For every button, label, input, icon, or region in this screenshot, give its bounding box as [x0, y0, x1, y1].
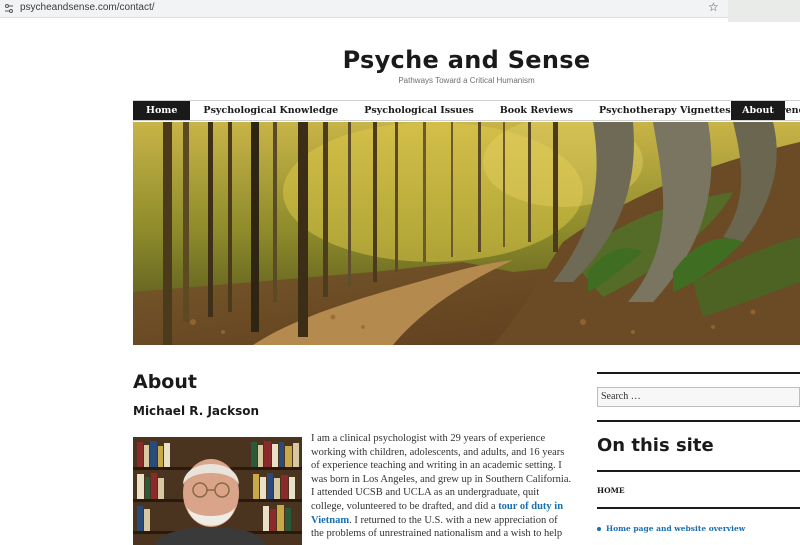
site-settings-icon[interactable] — [4, 3, 14, 14]
nav-psychological-knowledge[interactable]: Psychological Knowledge — [190, 101, 351, 120]
sidebar-list-item-label[interactable]: Home page and website overview — [606, 524, 745, 533]
sidebar-divider — [597, 507, 800, 509]
site-tagline: Pathways Toward a Critical Humanism — [398, 76, 535, 85]
main-navigation: Home Psychological Knowledge Psychologic… — [133, 100, 800, 121]
header-banner-image — [133, 122, 800, 345]
star-icon[interactable]: ☆ — [708, 0, 719, 14]
nav-psychotherapy-vignettes[interactable]: Psychotherapy Vignettes — [586, 101, 744, 120]
bio-text-end: . I returned to the U.S. with a new appr… — [311, 514, 563, 540]
sidebar-list-item[interactable]: Home page and website overview — [597, 524, 745, 533]
bullet-icon — [597, 527, 601, 531]
sidebar-divider — [597, 372, 800, 374]
nav-home[interactable]: Home — [133, 101, 191, 120]
site-title[interactable]: Psyche and Sense — [133, 46, 800, 74]
search-input[interactable]: Search … — [597, 387, 800, 407]
browser-address-bar: psycheandsense.com/contact/ ☆ — [0, 0, 800, 22]
nav-psychological-issues[interactable]: Psychological Issues — [351, 101, 487, 120]
sidebar-home-link[interactable]: HOME — [597, 486, 625, 495]
widget-title: On this site — [597, 435, 714, 456]
forest-path-illustration — [133, 122, 800, 345]
author-name: Michael R. Jackson — [133, 404, 260, 418]
author-portrait-photo — [133, 437, 302, 545]
portrait-illustration — [133, 437, 302, 545]
sidebar-divider — [597, 420, 800, 422]
author-bio: I am a clinical psychologist with 29 yea… — [311, 432, 573, 541]
nav-about[interactable]: About — [731, 101, 785, 120]
page-title: About — [133, 371, 197, 393]
sidebar-divider — [597, 470, 800, 472]
nav-book-reviews[interactable]: Book Reviews — [487, 101, 586, 120]
browser-extension-area — [728, 0, 800, 22]
url-text[interactable]: psycheandsense.com/contact/ — [20, 2, 155, 13]
